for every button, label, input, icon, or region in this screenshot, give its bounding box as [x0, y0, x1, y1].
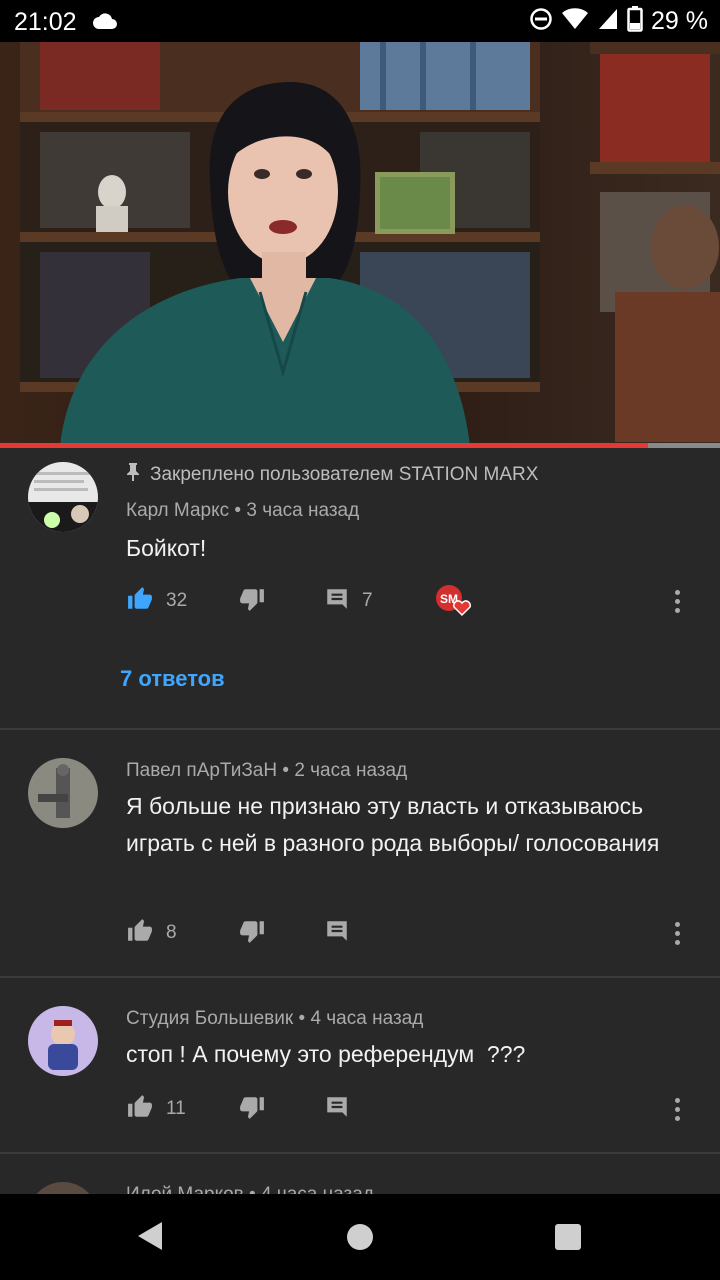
pinned-text: Закреплено пользователем STATION MARX: [150, 464, 539, 485]
comment-item: Павел пАрТиЗаН • 2 часа назад Я больше н…: [0, 730, 720, 976]
comment-time: 4 часа назад: [310, 1008, 424, 1029]
comment-icon: [324, 1094, 350, 1125]
creator-heart: SM: [434, 584, 474, 618]
navigation-bar: [0, 1194, 720, 1280]
comment-author[interactable]: Карл Маркс: [126, 500, 229, 521]
comment-time: 4 часа назад: [261, 1184, 374, 1194]
comment-text: стоп ! А почему это референдум ???: [126, 1041, 526, 1067]
avatar[interactable]: [28, 1006, 98, 1076]
back-icon[interactable]: [136, 1220, 164, 1257]
comment-time: 2 часа назад: [294, 760, 408, 781]
comment-author[interactable]: Илой Марков: [126, 1184, 244, 1194]
meta-separator: •: [293, 1008, 311, 1029]
comment-text: Я больше не признаю эту власть и отказыв…: [126, 793, 660, 856]
status-time: 21:02: [14, 8, 77, 36]
reply-button[interactable]: 7: [324, 584, 373, 618]
like-count: 32: [166, 590, 188, 611]
comment-meta: Карл Маркс • 3 часа назад: [126, 500, 359, 522]
like-button[interactable]: 8: [126, 916, 177, 950]
like-button[interactable]: 32: [126, 584, 187, 618]
comment-meta: Илой Марков • 4 часа назад: [126, 1184, 374, 1194]
creator-heart-icon: SM: [436, 585, 472, 617]
avatar[interactable]: [28, 758, 98, 828]
thumbs-down-icon: [238, 586, 266, 617]
home-icon[interactable]: [347, 1224, 373, 1250]
signal-icon: [597, 7, 619, 36]
dislike-button[interactable]: [238, 916, 266, 950]
comment-item: Студия Большевик • 4 часа назад стоп ! А…: [0, 978, 720, 1152]
thumbs-down-icon: [238, 918, 266, 949]
view-replies-link[interactable]: 7 ответов: [120, 666, 225, 692]
dislike-button[interactable]: [238, 1092, 266, 1126]
battery-icon: [627, 5, 643, 37]
like-button[interactable]: 11: [126, 1092, 186, 1126]
comment-item: Илой Марков • 4 часа назад: [0, 1154, 720, 1194]
video-player[interactable]: [0, 42, 720, 446]
comments-list: Закреплено пользователем STATION MARX Ка…: [0, 448, 720, 1194]
pinned-label: Закреплено пользователем STATION MARX: [126, 462, 538, 488]
comment-author[interactable]: Студия Большевик: [126, 1008, 293, 1029]
more-options-button[interactable]: [670, 584, 684, 618]
comment-meta: Павел пАрТиЗаН • 2 часа назад: [126, 760, 407, 782]
comment-meta: Студия Большевик • 4 часа назад: [126, 1008, 423, 1030]
comment-actions: 11: [126, 1092, 706, 1126]
status-icons: 29 %: [529, 5, 708, 37]
status-bar: 21:02 29 %: [0, 0, 720, 42]
meta-separator: •: [277, 760, 295, 781]
more-options-button[interactable]: [670, 1092, 684, 1126]
comment-time: 3 часа назад: [246, 500, 360, 521]
comment-icon: [324, 918, 350, 949]
comment-item: Закреплено пользователем STATION MARX Ка…: [0, 448, 720, 728]
wifi-icon: [561, 7, 589, 36]
comment-actions: 32 7 SM: [126, 584, 706, 618]
recents-icon[interactable]: [555, 1224, 581, 1250]
like-count: 11: [166, 1098, 186, 1119]
avatar[interactable]: [28, 462, 98, 532]
avatar[interactable]: [28, 1182, 98, 1194]
comment-actions: 8: [126, 916, 706, 950]
reply-button[interactable]: [324, 916, 350, 950]
thumbs-up-icon: [126, 1094, 154, 1125]
comment-icon: [324, 586, 350, 617]
thumbs-up-icon: [126, 918, 154, 949]
reply-button[interactable]: [324, 1092, 350, 1126]
comment-text: Бойкот!: [126, 535, 207, 561]
comment-author[interactable]: Павел пАрТиЗаН: [126, 760, 277, 781]
thumbs-up-icon: [126, 586, 154, 617]
do-not-disturb-icon: [529, 7, 553, 36]
cloud-icon: [92, 12, 118, 35]
more-options-button[interactable]: [670, 916, 684, 950]
dislike-button[interactable]: [238, 584, 266, 618]
battery-percent: 29 %: [651, 6, 708, 35]
video-frame: [0, 42, 720, 446]
pin-icon: [126, 462, 140, 488]
meta-separator: •: [244, 1184, 261, 1194]
thumbs-down-icon: [238, 1094, 266, 1125]
reply-count: 7: [362, 590, 373, 611]
like-count: 8: [166, 922, 177, 943]
meta-separator: •: [229, 500, 247, 521]
